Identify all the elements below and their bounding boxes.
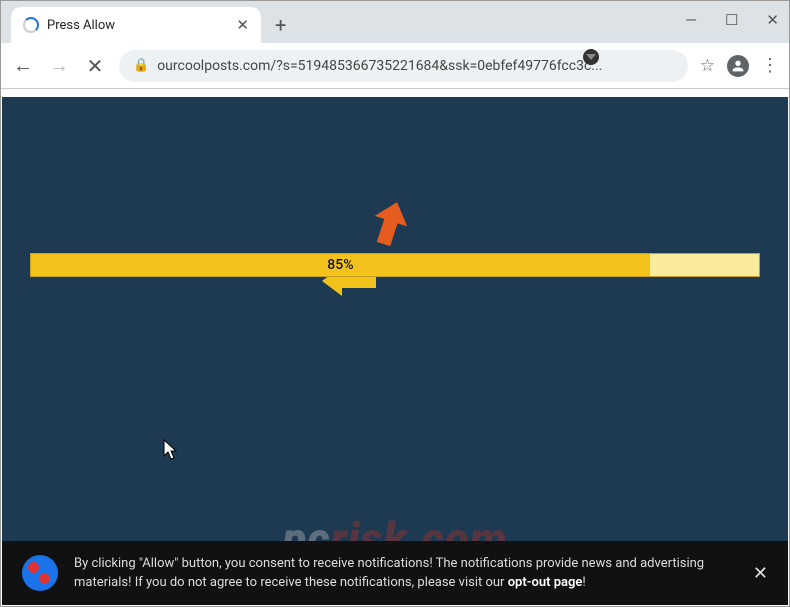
loading-spinner-icon <box>23 17 39 33</box>
lock-icon[interactable]: 🔒 <box>133 58 149 73</box>
extension-dropdown-icon[interactable] <box>583 49 599 65</box>
new-tab-button[interactable]: + <box>261 13 300 37</box>
toolbar: ← → ✕ 🔒 ourcoolposts.com/?s=519485366735… <box>1 43 789 89</box>
tab-title: Press Allow <box>47 18 115 33</box>
window-controls: — ☐ ✕ <box>685 11 779 29</box>
profile-icon[interactable] <box>727 55 749 77</box>
page-content: 85% pcrisk.com By clicking "Allow" butto… <box>2 97 788 605</box>
progress-bar: 85% <box>30 253 760 277</box>
cursor-icon <box>163 439 179 461</box>
kebab-menu-icon[interactable]: ⋮ <box>761 55 779 76</box>
url-text: ourcoolposts.com/?s=519485366735221684&s… <box>157 58 602 74</box>
notification-text: By clicking "Allow" button, you consent … <box>74 554 737 593</box>
address-bar[interactable]: 🔒 ourcoolposts.com/?s=519485366735221684… <box>119 50 688 82</box>
stop-reload-button[interactable]: ✕ <box>83 54 107 78</box>
minimize-button[interactable]: — <box>685 11 697 29</box>
tab-strip: Press Allow ✕ + <box>1 1 789 43</box>
forward-button: → <box>47 53 71 78</box>
window-close-button[interactable]: ✕ <box>766 11 779 29</box>
orange-arrow-annotation <box>365 199 415 249</box>
opt-out-link[interactable]: opt-out page <box>508 575 583 590</box>
maximize-button[interactable]: ☐ <box>725 11 738 29</box>
browser-tab[interactable]: Press Allow ✕ <box>11 7 261 43</box>
notification-close-icon[interactable]: ✕ <box>753 560 768 587</box>
progress-label: 85% <box>327 257 353 273</box>
notification-bar: By clicking "Allow" button, you consent … <box>2 541 788 605</box>
notification-site-icon <box>22 555 58 591</box>
bookmark-star-icon[interactable]: ☆ <box>700 56 715 76</box>
back-button[interactable]: ← <box>11 53 35 78</box>
progress-fill: 85% <box>31 254 650 276</box>
tab-close-icon[interactable]: ✕ <box>236 16 249 34</box>
